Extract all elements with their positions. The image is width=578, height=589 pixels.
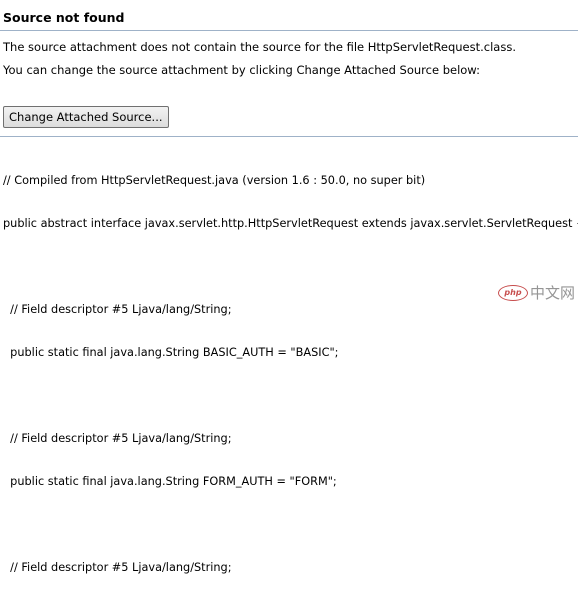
watermark-text: 中文网 <box>529 284 575 302</box>
page-title: Source not found <box>3 10 125 25</box>
code-line: // Field descriptor #5 Ljava/lang/String… <box>3 561 232 574</box>
decompiled-code: // Compiled from HttpServletRequest.java… <box>3 146 578 589</box>
divider <box>0 136 578 137</box>
code-line: // Field descriptor #5 Ljava/lang/String… <box>3 432 232 445</box>
site-watermark: php 中文网 <box>497 282 575 303</box>
code-line: // Field descriptor #5 Ljava/lang/String… <box>3 303 232 316</box>
divider <box>0 30 578 31</box>
change-attached-source-button[interactable]: Change Attached Source... <box>3 106 169 128</box>
php-logo-icon: php <box>497 284 528 301</box>
code-line: public static final java.lang.String BAS… <box>3 346 339 359</box>
code-line: public abstract interface javax.servlet.… <box>3 217 578 230</box>
message-line: You can change the source attachment by … <box>3 63 480 77</box>
code-line: public static final java.lang.String FOR… <box>3 475 337 488</box>
code-line: // Compiled from HttpServletRequest.java… <box>3 174 426 187</box>
message-line: The source attachment does not contain t… <box>3 40 516 54</box>
